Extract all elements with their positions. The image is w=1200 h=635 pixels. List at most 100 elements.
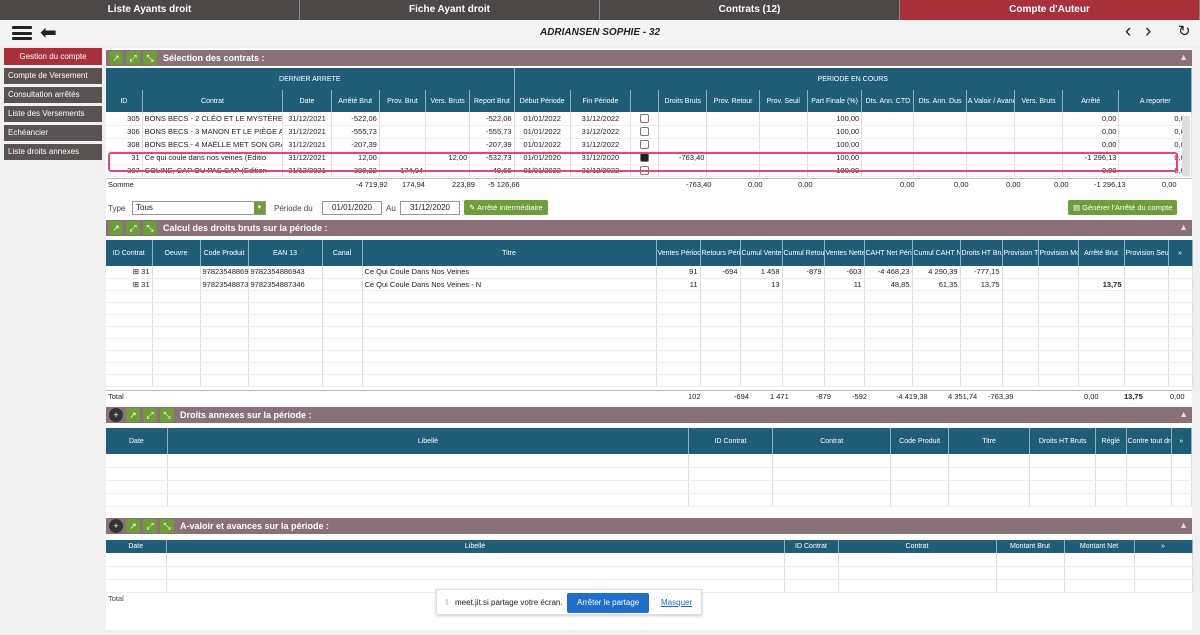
export-icon[interactable]: ↗ — [126, 519, 140, 533]
expand-columns-icon[interactable]: » — [1168, 240, 1193, 266]
column-header: Provision Montant — [1038, 240, 1079, 266]
table-cell: 100,00 — [807, 112, 863, 126]
expand-icon[interactable]: ⤢ — [143, 519, 157, 533]
column-header[interactable]: ID — [106, 90, 143, 112]
sidebar-item-liste-droits-annexes[interactable]: Liste droits annexes — [4, 144, 102, 160]
sidebar-item-echeancier[interactable]: Echéancier — [4, 125, 102, 141]
collapse-icon[interactable]: ⤡ — [160, 408, 174, 422]
table-cell — [152, 266, 201, 279]
tab-fiche-ayant-droit[interactable]: Fiche Ayant droit — [300, 0, 600, 20]
row-checkbox[interactable] — [640, 140, 650, 150]
tab-liste-ayants-droit[interactable]: Liste Ayants droit — [0, 0, 300, 20]
previous-icon[interactable]: ‹ — [1125, 22, 1131, 42]
table-cell — [1038, 350, 1079, 363]
collapse-icon[interactable]: ⤡ — [143, 51, 157, 65]
hide-link[interactable]: Masquer — [661, 598, 692, 607]
expand-icon[interactable]: ⤢ — [126, 221, 140, 235]
collapse-icon[interactable]: ⤡ — [160, 519, 174, 533]
table-cell — [379, 138, 427, 152]
table-cell — [656, 290, 701, 303]
table-cell: 01/01/2022 — [514, 138, 571, 152]
table-cell: 13,75 — [1078, 278, 1125, 291]
table-cell — [688, 480, 773, 494]
table-cell — [200, 338, 249, 351]
add-icon[interactable]: + — [109, 519, 123, 533]
expand-columns-icon[interactable]: » — [1171, 428, 1192, 454]
chevron-up-icon[interactable]: ▲ — [1179, 222, 1188, 232]
type-select[interactable]: Tous ▼ — [132, 201, 266, 215]
add-icon[interactable]: + — [109, 408, 123, 422]
table-cell — [864, 302, 913, 315]
table-cell — [838, 566, 997, 580]
row-checkbox[interactable] — [640, 127, 650, 137]
tab-contrats[interactable]: Contrats (12) — [600, 0, 900, 20]
column-header: Contrat — [772, 428, 892, 454]
table-cell — [706, 125, 760, 139]
tab-compte-auteur[interactable]: Compte d'Auteur — [900, 0, 1200, 20]
section-title: Calcul des droits bruts sur la période : — [163, 223, 328, 233]
table-cell — [1078, 302, 1125, 315]
table-row[interactable]: ⊞ 31 97823548869 9782354886943 Ce Qui Coule… — [106, 266, 1193, 279]
table-cell — [106, 290, 153, 303]
table-row[interactable]: 308 BONS BECS - 4 MAËLLE MET SON GRA 31/12… — [106, 138, 1192, 152]
chevron-up-icon[interactable]: ▲ — [1179, 52, 1188, 62]
date-to-input[interactable]: 31/12/2020 — [400, 201, 460, 215]
scrollbar[interactable] — [1182, 116, 1190, 176]
total-cell: -4 419,38 — [896, 392, 928, 401]
table-cell — [960, 362, 1003, 375]
export-icon[interactable]: ↗ — [109, 51, 123, 65]
table-cell — [1029, 454, 1096, 468]
table-cell — [824, 290, 865, 303]
group-dernier-arrete: DERNIER ARRETE — [106, 68, 515, 90]
column-header: Montant Brut — [996, 540, 1065, 553]
chevron-up-icon[interactable]: ▲ — [1179, 520, 1188, 530]
table-cell — [1168, 362, 1193, 375]
table-cell — [362, 302, 657, 315]
table-row[interactable]: 305 BONS BECS - 2 CLÉO ET LE MYSTÈRE 31/12… — [106, 112, 1192, 126]
date-from-input[interactable]: 01/01/2020 — [322, 201, 382, 215]
expand-columns-icon[interactable]: » — [1134, 540, 1193, 553]
table-cell — [1038, 290, 1079, 303]
sidebar-item-compte-versement[interactable]: Compte de Versement — [4, 68, 102, 84]
table-cell — [960, 374, 1003, 387]
calcul-header: ↗ ⤢ ⤡ Calcul des droits bruts sur la pér… — [106, 220, 1192, 236]
table-cell — [322, 350, 363, 363]
expand-icon[interactable]: ⤢ — [126, 51, 140, 65]
table-row[interactable]: ⊞ 31 97823548873 9782354887346 Ce Qui Coule… — [106, 278, 1193, 291]
table-cell — [759, 125, 808, 139]
table-row[interactable]: 306 BONS BECS - 3 MANON ET LE PIÈGE A 31/1… — [106, 125, 1192, 139]
table-cell — [912, 350, 961, 363]
refresh-icon[interactable]: ↻ — [1178, 22, 1191, 42]
export-icon[interactable]: ↗ — [126, 408, 140, 422]
drag-handle-icon[interactable]: ‖ — [445, 598, 448, 607]
table-cell — [960, 338, 1003, 351]
table-cell — [864, 326, 913, 339]
table-cell — [996, 553, 1065, 567]
table-cell — [824, 302, 865, 315]
table-cell — [772, 454, 892, 468]
table-cell — [656, 374, 701, 387]
sidebar-item-gestion-compte[interactable]: Gestion du compte — [4, 48, 102, 65]
table-row — [106, 326, 1193, 339]
stop-sharing-button[interactable]: Arrêter le partage — [567, 593, 650, 613]
next-icon[interactable]: › — [1145, 22, 1151, 42]
chevron-up-icon[interactable]: ▲ — [1179, 409, 1188, 419]
sidebar-item-liste-versements[interactable]: Liste des Versements — [4, 106, 102, 122]
expand-icon[interactable]: ⤢ — [143, 408, 157, 422]
table-cell — [890, 454, 949, 468]
table-cell — [166, 566, 785, 580]
export-icon[interactable]: ↗ — [109, 221, 123, 235]
table-cell: -207,39 — [331, 138, 380, 152]
chevron-down-icon[interactable]: ▼ — [254, 202, 265, 214]
generer-arrete-button[interactable]: ▤ Générer l'Arrêté du compte — [1068, 200, 1178, 215]
collapse-icon[interactable]: ⤡ — [143, 221, 157, 235]
arrete-intermediaire-button[interactable]: ✎ Arrêté intermédiaire — [464, 200, 548, 215]
table-row — [106, 338, 1193, 351]
table-cell — [362, 350, 657, 363]
column-header[interactable]: Contrat — [142, 90, 284, 112]
table-cell: 97823548869 — [200, 266, 249, 279]
table-cell — [379, 125, 427, 139]
sidebar-item-consultation-arretes[interactable]: Consultation arrêtés — [4, 87, 102, 103]
section-title: Droits annexes sur la période : — [180, 410, 312, 420]
row-checkbox[interactable] — [640, 114, 650, 123]
